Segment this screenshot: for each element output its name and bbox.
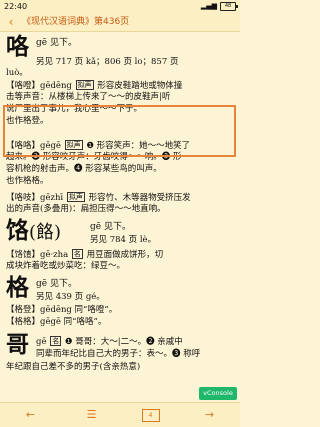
forward-button[interactable]: →: [199, 406, 221, 424]
pos-tag: 名: [50, 336, 62, 346]
menu-button[interactable]: ☰: [81, 406, 103, 424]
entry-line: 同辈而年纪比自己大的男子：表～。❸ 称呼: [36, 349, 201, 359]
entry-word: 【咯噔】gēdēng: [6, 81, 72, 91]
entry-line: 容机枪的射击声。❹ 形容某些鸟的叫声。: [6, 164, 162, 174]
entry-line: 【咯吱】gēzhī 拟声 形容竹、木等器物受挤压发: [6, 192, 236, 204]
pos-tag: 名: [71, 249, 83, 259]
entry-line: 另见 439 页 gé。: [36, 292, 105, 302]
entry-line: 年纪跟自己差不多的男子(含亲热意): [6, 362, 141, 372]
entry-line: 【格登】gēdēng 同“咯噔”。: [6, 305, 118, 315]
headword-ge-1: 咯: [6, 33, 29, 60]
entry-line: gē 见下。: [90, 222, 131, 232]
entry-word: 【饹馇】gē·zha: [6, 250, 69, 260]
entry-definition: ❶ 哥哥：大～|二～。❷ 亲戚中: [64, 337, 183, 347]
headword-traditional: (餎): [29, 222, 62, 243]
entry-word: 【咯吱】gēzhī: [6, 193, 64, 203]
entry-line: 成块炸着吃或炒菜吃：绿豆～。: [6, 261, 126, 271]
entry-definition: 形容皮鞋踏地或物体撞: [97, 81, 183, 91]
bottom-navigation: ← ☰ 4 →: [0, 402, 240, 427]
battery-icon: 48: [220, 2, 238, 11]
status-bar: 22:40 ▂▄▆ 48: [0, 0, 240, 13]
entry-line: gē 名 ❶ 哥哥：大～|二～。❷ 亲戚中: [36, 336, 236, 348]
status-icons: ▂▄▆ 48: [200, 0, 238, 13]
entry-line: 也作格格。: [6, 176, 49, 186]
back-button[interactable]: ←: [20, 406, 42, 424]
page-counter[interactable]: 4: [141, 408, 160, 422]
battery-level: 48: [224, 3, 232, 9]
page-title: 《现代汉语词典》第436页: [22, 17, 130, 27]
entry-line: 另见 784 页 lè。: [90, 235, 157, 245]
entry-line: 另见 717 页 kǎ；806 页 lo；857 页: [36, 57, 179, 67]
entry-definition: 用豆面做成饼形，切: [86, 250, 164, 260]
entry-line: 出的声音(多叠用)：扁担压得～～地直响。: [6, 204, 166, 214]
back-arrow-icon[interactable]: ‹: [4, 15, 18, 29]
pos-tag: 拟声: [66, 192, 85, 202]
entry-definition: 形容竹、木等器物受挤压发: [88, 193, 191, 203]
headword-ge-2: 饹(餎): [6, 218, 61, 246]
headword-ge-3: 格: [6, 274, 29, 301]
entry-line: 【格格】gēgē 同“咯咯”。: [6, 317, 107, 327]
entry-line: 【咯噔】gēdēng 拟声 形容皮鞋踏地或物体撞: [6, 80, 236, 92]
entry-line: gē 见下。: [36, 279, 77, 289]
title-bar: ‹ 《现代汉语词典》第436页: [0, 13, 240, 32]
dictionary-page: 咯 gē 见下。 另见 717 页 kǎ；806 页 lo；857 页 luò。…: [0, 32, 240, 382]
pos-tag: 拟声: [75, 80, 94, 90]
headword-char: 饹: [6, 217, 29, 244]
vconsole-button[interactable]: vConsole: [199, 387, 237, 400]
entry-line: 击等声音：从楼梯上传来了～～的皮鞋声|听: [6, 92, 171, 102]
entry-line: 【饹馇】gē·zha 名 用豆面做成饼形，切: [6, 249, 236, 261]
entry-pinyin: gē: [36, 337, 47, 347]
highlighted-entry-frame: [3, 105, 236, 157]
headword-ge-4: 哥: [6, 331, 29, 358]
status-time: 22:40: [4, 2, 28, 11]
entry-line: luò。: [6, 68, 28, 78]
entry-line: gē 见下。: [36, 38, 77, 48]
signal-icon: ▂▄▆: [200, 2, 217, 10]
